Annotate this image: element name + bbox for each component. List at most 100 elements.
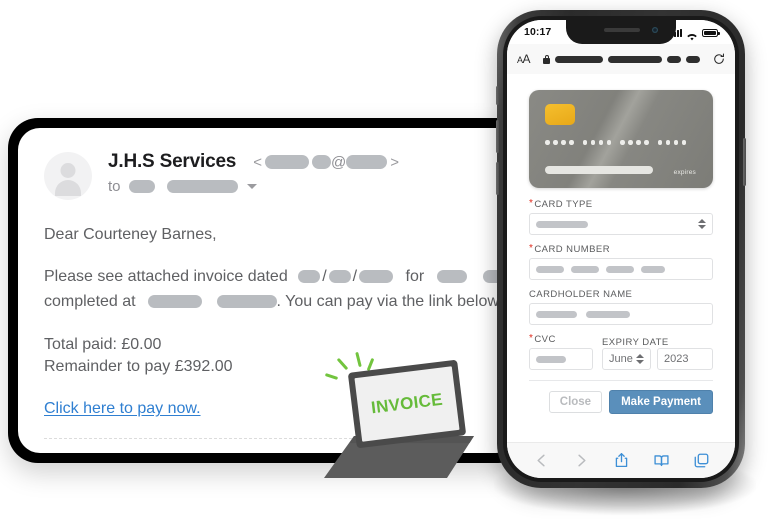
power-button[interactable] <box>743 138 746 186</box>
payment-form: * CARD TYPE * CARD NUMBER CARDHOLDER NAM… <box>507 188 735 381</box>
redaction-block <box>686 55 701 63</box>
recipient-row: to <box>108 178 402 195</box>
sender-name: J.H.S Services <box>108 151 237 172</box>
chevron-down-icon[interactable] <box>246 184 257 189</box>
silent-switch-button[interactable] <box>496 86 499 105</box>
avatar <box>44 152 92 200</box>
invoice-screen-text: INVOICE <box>370 389 444 418</box>
email-body-line-1: Please see attached invoice dated / / for <box>44 264 518 289</box>
field-card-number: * CARD NUMBER <box>529 244 713 280</box>
redaction-block <box>608 55 663 63</box>
redaction-block <box>667 55 682 63</box>
card-number-dots <box>545 140 686 145</box>
body-text-fragment: for <box>405 268 425 285</box>
card-type-label: CARD TYPE <box>534 199 593 210</box>
status-time: 10:17 <box>524 26 552 38</box>
pay-now-link[interactable]: Click here to pay now. <box>44 400 201 418</box>
redaction-block <box>128 180 155 193</box>
cardholder-name-label-row: CARDHOLDER NAME <box>529 289 713 300</box>
card-name-placeholder <box>545 166 653 174</box>
redaction-block <box>536 220 588 228</box>
redaction-block <box>536 310 577 318</box>
cvc-input[interactable] <box>529 348 593 370</box>
email-header-text: J.H.S Services < @ > to <box>108 150 402 195</box>
volume-up-button[interactable] <box>496 120 499 153</box>
angle-open: < <box>253 153 262 171</box>
chevron-left-icon[interactable] <box>533 452 550 469</box>
angle-close: > <box>390 153 399 171</box>
redaction-block <box>216 295 277 309</box>
redaction-block <box>555 55 604 63</box>
avatar-head-icon <box>60 163 76 178</box>
dot-group <box>620 140 649 145</box>
credit-card-illustration: expires <box>529 90 713 188</box>
redaction-block <box>641 265 665 273</box>
laptop-lid: INVOICE <box>347 359 467 449</box>
required-marker: * <box>529 243 534 254</box>
redaction-block <box>298 270 321 284</box>
required-marker: * <box>529 198 534 209</box>
make-payment-button[interactable]: Make Payment <box>609 390 713 414</box>
at-symbol: @ <box>330 153 347 171</box>
expiry-date-label-row: EXPIRY DATE <box>602 337 713 348</box>
tabs-icon[interactable] <box>693 452 710 469</box>
avatar-body-icon <box>55 180 81 196</box>
card-expires-block: expires <box>674 169 696 176</box>
date-separator: / <box>322 268 327 285</box>
stepper-icon <box>636 354 644 364</box>
dot-group <box>657 140 686 145</box>
cvc-expiry-row: * CVC EXPIRY DATE June 2023 <box>529 334 713 370</box>
close-button[interactable]: Close <box>548 391 603 413</box>
chevron-right-icon[interactable] <box>573 452 590 469</box>
cvc-label-row: * CVC <box>529 334 593 346</box>
cvc-label: CVC <box>534 334 556 345</box>
redaction-block <box>346 155 388 169</box>
redaction-block <box>311 155 331 169</box>
earpiece-speaker-icon <box>604 28 640 32</box>
expiry-date-label: EXPIRY DATE <box>602 337 669 348</box>
text-size-button[interactable]: AA <box>517 52 531 66</box>
front-camera-icon <box>652 27 658 33</box>
sparkle-icon <box>324 373 339 380</box>
expiry-month-select[interactable]: June <box>602 348 651 370</box>
phone-screen: 10:17 AA expires * CARD TYPE * CARD NUMB… <box>507 20 735 478</box>
card-expires-label: expires <box>673 169 696 176</box>
cardholder-name-label: CARDHOLDER NAME <box>529 289 633 300</box>
book-icon[interactable] <box>653 452 670 469</box>
redaction-block <box>328 270 351 284</box>
card-chip-icon <box>545 104 575 125</box>
redaction-block <box>536 355 566 363</box>
card-number-label: CARD NUMBER <box>534 244 611 255</box>
field-card-type: * CARD TYPE <box>529 199 713 235</box>
battery-icon <box>702 28 720 37</box>
redaction-block <box>586 310 630 318</box>
wifi-icon <box>686 28 698 40</box>
url-field[interactable] <box>530 54 713 64</box>
status-indicators <box>671 28 720 40</box>
sparkle-icon <box>336 357 349 371</box>
card-type-select[interactable] <box>529 213 713 235</box>
redaction-block <box>571 265 599 273</box>
credit-card-illustration-wrap: expires <box>507 74 735 188</box>
dot-group <box>582 140 611 145</box>
expiry-month-value: June <box>609 353 633 365</box>
email-body-line-2: completed at . You can pay via the link … <box>44 289 499 314</box>
payment-page: expires * CARD TYPE * CARD NUMBER CARDHO… <box>507 74 735 442</box>
volume-down-button[interactable] <box>496 162 499 195</box>
expiry-inputs: June 2023 <box>602 348 713 370</box>
lock-icon <box>543 54 551 64</box>
field-expiry-date: EXPIRY DATE June 2023 <box>602 337 713 370</box>
share-icon[interactable] <box>613 452 630 469</box>
field-cardholder-name: CARDHOLDER NAME <box>529 289 713 325</box>
reload-icon[interactable] <box>713 53 725 65</box>
sender-row: J.H.S Services < @ > <box>108 151 402 173</box>
redaction-block <box>264 155 309 169</box>
sparkle-icon <box>355 351 362 368</box>
expiry-year-input[interactable]: 2023 <box>657 348 713 370</box>
stepper-icon <box>698 219 706 229</box>
cardholder-name-input[interactable] <box>529 303 713 325</box>
laptop-screen: INVOICE <box>354 366 460 442</box>
card-number-input[interactable] <box>529 258 713 280</box>
dot-group <box>545 140 574 145</box>
